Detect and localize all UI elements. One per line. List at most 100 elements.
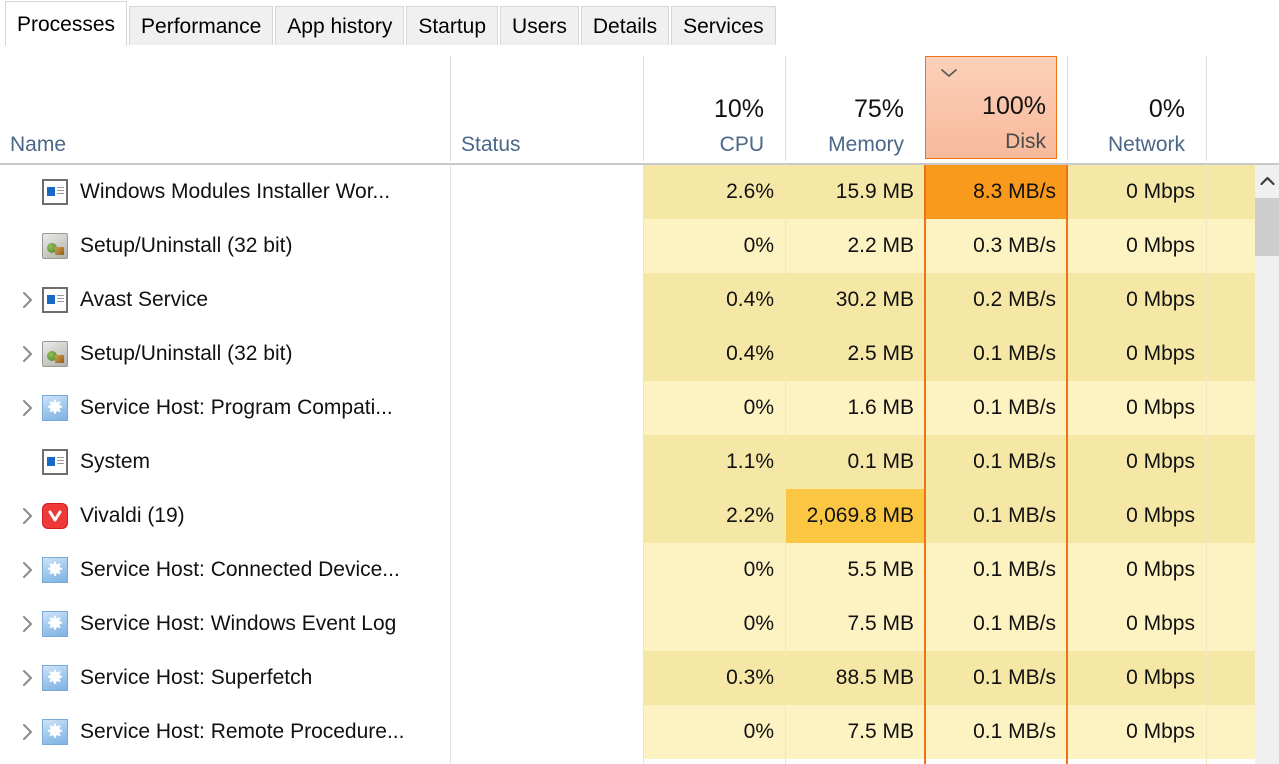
process-memory-cell: 5.5 MB: [785, 543, 925, 597]
process-name-label: Service Host: Connected Device...: [80, 558, 400, 582]
process-memory-cell: 2.2 MB: [785, 219, 925, 273]
expand-chevron-right-icon[interactable]: [12, 560, 42, 580]
table-row[interactable]: Avast Service0.4%30.2 MB0.2 MB/s0 Mbps: [0, 273, 1255, 327]
process-network-cell: 0 Mbps: [1067, 705, 1206, 759]
process-network-cell: 0 Mbps: [1067, 273, 1206, 327]
process-memory-cell: 7.5 MB: [785, 597, 925, 651]
column-header-label-status: Status: [461, 134, 521, 155]
process-network-cell: 0 Mbps: [1067, 219, 1206, 273]
process-table-body[interactable]: Windows Modules Installer Wor... 2.6%15.9…: [0, 165, 1279, 764]
process-name-cell[interactable]: Setup/Uninstall (32 bit): [0, 327, 450, 381]
svchost-icon: [42, 395, 68, 421]
svchost-icon: [42, 665, 68, 691]
column-usage-percent-cpu: 10%: [714, 97, 764, 122]
column-header-network[interactable]: 0%Network: [1067, 46, 1196, 163]
header-column-separator[interactable]: [450, 56, 451, 161]
process-memory-cell: 7.5 MB: [785, 705, 925, 759]
table-row[interactable]: Setup/Uninstall (32 bit) 0%2.2 MB0.3 MB/s…: [0, 219, 1255, 273]
svchost-icon: [42, 611, 68, 637]
vivaldi-icon: [42, 503, 68, 529]
process-status-cell: [451, 705, 643, 759]
process-network-cell: 0 Mbps: [1067, 165, 1206, 219]
process-disk-cell: 0.1 MB/s: [925, 381, 1067, 435]
process-cpu-cell: 1.1%: [643, 435, 785, 489]
process-memory-cell: 15.9 MB: [785, 165, 925, 219]
process-disk-cell: 0.3 MB/s: [925, 219, 1067, 273]
column-header-status[interactable]: Status: [461, 46, 643, 163]
process-cpu-cell: 2.6%: [643, 165, 785, 219]
process-status-cell: [451, 543, 643, 597]
process-name-cell[interactable]: Windows Modules Installer Wor...: [0, 165, 450, 219]
process-status-cell: [451, 219, 643, 273]
column-header-cpu[interactable]: 10%CPU: [643, 46, 775, 163]
column-header-disk[interactable]: 100%Disk: [925, 56, 1057, 159]
table-row[interactable]: Service Host: Windows Event Log0%7.5 MB0…: [0, 597, 1255, 651]
process-network-cell: 0 Mbps: [1067, 435, 1206, 489]
process-disk-cell: 0.1 MB/s: [925, 327, 1067, 381]
process-memory-cell: 0.1 MB: [785, 435, 925, 489]
header-column-separator[interactable]: [1206, 56, 1207, 161]
scroll-up-button[interactable]: [1255, 165, 1279, 197]
process-memory-cell: 1.6 MB: [785, 381, 925, 435]
process-name-cell[interactable]: Setup/Uninstall (32 bit): [0, 219, 450, 273]
expand-chevron-right-icon[interactable]: [12, 398, 42, 418]
process-name-label: Service Host: Superfetch: [80, 666, 312, 690]
scrollbar-thumb[interactable]: [1255, 198, 1279, 256]
expand-chevron-right-icon[interactable]: [12, 668, 42, 688]
column-usage-percent-network: 0%: [1149, 97, 1185, 122]
table-row[interactable]: Service Host: Program Compati...0%1.6 MB…: [0, 381, 1255, 435]
expand-chevron-right-icon[interactable]: [12, 506, 42, 526]
setup-icon: [42, 341, 68, 367]
tab-app-history[interactable]: App history: [275, 6, 404, 46]
table-row[interactable]: Windows Modules Installer Wor... 2.6%15.9…: [0, 165, 1255, 219]
expand-chevron-right-icon[interactable]: [12, 722, 42, 742]
process-network-cell: 0 Mbps: [1067, 381, 1206, 435]
process-name-cell[interactable]: Service Host: Windows Event Log: [0, 597, 450, 651]
process-cpu-cell: 0%: [643, 219, 785, 273]
window-icon: [42, 179, 68, 205]
tab-details[interactable]: Details: [581, 6, 669, 46]
process-disk-cell: 8.3 MB/s: [925, 165, 1067, 219]
process-disk-cell: 0.1 MB/s: [925, 543, 1067, 597]
table-row[interactable]: Vivaldi (19)2.2%2,069.8 MB0.1 MB/s0 Mbps: [0, 489, 1255, 543]
expand-chevron-right-icon[interactable]: [12, 290, 42, 310]
tab-users[interactable]: Users: [500, 6, 579, 46]
process-status-cell: [451, 381, 643, 435]
process-status-cell: [451, 651, 643, 705]
process-name-label: Windows Modules Installer Wor...: [80, 180, 390, 204]
expand-chevron-right-icon[interactable]: [12, 614, 42, 634]
process-cpu-cell: 0.4%: [643, 327, 785, 381]
vertical-scrollbar[interactable]: [1255, 165, 1279, 764]
process-name-cell[interactable]: System: [0, 435, 450, 489]
tab-startup[interactable]: Startup: [406, 6, 498, 46]
process-name-cell[interactable]: Service Host: Superfetch: [0, 651, 450, 705]
process-name-cell[interactable]: Vivaldi (19): [0, 489, 450, 543]
process-status-cell: [451, 597, 643, 651]
table-row[interactable]: Service Host: Remote Procedure...0%7.5 M…: [0, 705, 1255, 759]
table-row[interactable]: Service Host: Superfetch0.3%88.5 MB0.1 M…: [0, 651, 1255, 705]
process-name-label: Avast Service: [80, 288, 208, 312]
process-disk-cell: 0.1 MB/s: [925, 489, 1067, 543]
process-cpu-cell: 0.4%: [643, 273, 785, 327]
process-name-cell[interactable]: Service Host: Connected Device...: [0, 543, 450, 597]
process-name-label: Service Host: Program Compati...: [80, 396, 393, 420]
process-name-cell[interactable]: Avast Service: [0, 273, 450, 327]
column-header-label-memory: Memory: [828, 134, 904, 155]
column-header-name[interactable]: Name: [10, 46, 450, 163]
table-row[interactable]: Service Host: Connected Device...0%5.5 M…: [0, 543, 1255, 597]
tab-processes[interactable]: Processes: [5, 1, 127, 46]
table-header: Name Status 10%CPU75%Memory100%Disk0%Netwo…: [0, 46, 1279, 165]
process-memory-cell: 30.2 MB: [785, 273, 925, 327]
task-manager-window: ProcessesPerformanceApp historyStartupUs…: [0, 0, 1279, 764]
process-status-cell: [451, 273, 643, 327]
column-header-memory[interactable]: 75%Memory: [785, 46, 915, 163]
table-row[interactable]: System1.1%0.1 MB0.1 MB/s0 Mbps: [0, 435, 1255, 489]
expand-placeholder: [12, 452, 42, 472]
tab-performance[interactable]: Performance: [129, 6, 273, 46]
table-row[interactable]: Setup/Uninstall (32 bit)0.4%2.5 MB0.1 MB…: [0, 327, 1255, 381]
process-name-label: Setup/Uninstall (32 bit): [80, 342, 292, 366]
expand-chevron-right-icon[interactable]: [12, 344, 42, 364]
process-name-cell[interactable]: Service Host: Program Compati...: [0, 381, 450, 435]
tab-services[interactable]: Services: [671, 6, 776, 46]
process-name-cell[interactable]: Service Host: Remote Procedure...: [0, 705, 450, 759]
